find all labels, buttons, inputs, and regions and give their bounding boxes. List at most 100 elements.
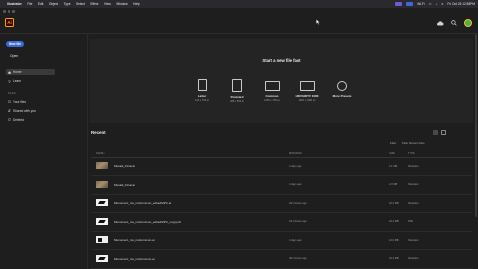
- search-icon[interactable]: [451, 20, 457, 26]
- file-thumbnail: [96, 254, 108, 262]
- file-modified: 48 minutes ago: [289, 257, 307, 260]
- preset-name: More Presets: [332, 94, 352, 98]
- file-size: 2.3 MB: [389, 183, 398, 186]
- column-header-name[interactable]: NAME ↑: [96, 152, 106, 155]
- file-name: Mosaik_Final.ai: [114, 164, 135, 168]
- file-type: Illustrator: [408, 201, 419, 205]
- file-name: Monument_ms_rodcommon.ai: [114, 256, 155, 261]
- home-icon: [8, 70, 11, 74]
- battery-icon[interactable]: ▭: [429, 2, 432, 6]
- sidebar-item-label: Shared with you: [13, 108, 36, 113]
- preset-common[interactable]: Common 1366 x 768 px: [259, 79, 285, 102]
- menu-edit[interactable]: Edit: [38, 2, 44, 6]
- recent-heading: Recent: [91, 130, 106, 135]
- file-thumbnail: [96, 217, 108, 225]
- file-modified: 29 minutes ago: [289, 201, 307, 205]
- preset-name: HDV/HDTV 1080: [295, 94, 319, 98]
- sidebar-item-learn[interactable]: Learn: [6, 78, 55, 84]
- search-icon[interactable]: ⌕: [436, 2, 438, 6]
- file-name: Mosaik_Final.ai: [114, 182, 135, 187]
- preset-name: Common: [265, 94, 279, 98]
- file-modified: 4 days ago: [289, 238, 302, 242]
- more-options-icon: [337, 81, 347, 91]
- sidebar-item-label: Deleted: [13, 117, 24, 122]
- menu-file[interactable]: File: [27, 2, 32, 6]
- preset-letter[interactable]: Letter 612 x 792 pt: [189, 79, 215, 102]
- file-thumbnail: [96, 180, 108, 188]
- grid-view-icon[interactable]: [441, 130, 446, 135]
- sidebar-item-label: Learn: [13, 79, 22, 83]
- menu-effect[interactable]: Effect: [90, 2, 98, 6]
- clock-label[interactable]: Fri Oct 25 12:55PM: [447, 2, 475, 6]
- new-file-button[interactable]: New file: [6, 41, 24, 47]
- file-name: Monument_ms_rodcommon_editedMPC_copy.pdf: [114, 219, 181, 224]
- preset-postcard[interactable]: Postcard 288 x 560 pt: [224, 79, 250, 103]
- mouse-cursor-icon: [316, 19, 320, 25]
- menu-help[interactable]: Help: [133, 2, 140, 6]
- files-section-heading: FILES: [8, 92, 16, 95]
- window-controls: [3, 10, 15, 13]
- file-size: 2.1 MB: [389, 164, 398, 168]
- minimize-window-button[interactable]: [7, 10, 10, 13]
- filter-label: Filter: [390, 141, 397, 145]
- preset-size: 612 x 792 pt: [195, 99, 209, 102]
- system-menu-bar: Illustrator File Edit Object Type Select…: [0, 0, 478, 8]
- file-type: PDF: [408, 220, 414, 223]
- menu-window[interactable]: Window: [116, 2, 127, 6]
- zoom-window-button[interactable]: [12, 10, 15, 13]
- list-view-icon[interactable]: [433, 130, 438, 135]
- file-size: 22.4 MB: [389, 257, 399, 260]
- sidebar-item-home[interactable]: Home: [6, 69, 55, 75]
- file-type: Illustrator: [408, 257, 419, 260]
- table-row[interactable]: Mosaik_Final.ai 4 days ago 2.1 MB Illust…: [91, 158, 473, 177]
- creative-cloud-icon[interactable]: [436, 20, 444, 26]
- table-row[interactable]: Monument_ms_rodcommon.ai 48 minutes ago …: [91, 251, 473, 269]
- user-avatar[interactable]: [464, 19, 472, 27]
- folder-icon: [8, 100, 11, 103]
- preset-hdv[interactable]: HDV/HDTV 1080 1920 x 1080 px: [294, 79, 320, 102]
- file-type: Illustrator: [408, 238, 419, 242]
- column-header-modified[interactable]: MODIFIED: [289, 152, 302, 155]
- tray-app-icon[interactable]: [395, 2, 403, 6]
- table-row[interactable]: Monument_ms_rodcommon.ai 4 days ago 12.0…: [91, 232, 473, 251]
- column-header-type[interactable]: TYPE: [408, 152, 415, 155]
- preset-size: 1366 x 768 px: [264, 99, 280, 102]
- menu-select[interactable]: Select: [76, 2, 85, 6]
- sidebar-item-your-files[interactable]: Your files: [6, 99, 55, 105]
- header-actions: [436, 19, 472, 27]
- sidebar-item-deleted[interactable]: Deleted: [6, 117, 55, 123]
- table-row[interactable]: Monument_ms_rodcommon_editedMPC_copy.pdf…: [91, 214, 473, 232]
- filter-input[interactable]: Filter Recent Files: [402, 141, 425, 145]
- create-panel-title: Start a new file fast: [262, 58, 301, 63]
- table-row[interactable]: Monument_ms_rodcommon_editedMPC.ai 29 mi…: [91, 195, 473, 214]
- main-content: Start a new file fast Letter 612 x 792 p…: [88, 34, 478, 269]
- close-window-button[interactable]: [3, 10, 6, 13]
- menu-object[interactable]: Object: [49, 2, 58, 6]
- menu-type[interactable]: Type: [64, 2, 71, 6]
- preset-more[interactable]: More Presets: [329, 79, 355, 98]
- table-row[interactable]: Mosaik_Final.ai 4 days ago 2.3 MB Illust…: [91, 177, 473, 195]
- file-size: 22.4 MB: [389, 220, 399, 223]
- column-header-size[interactable]: SIZE: [389, 152, 395, 155]
- tray-wifi-label[interactable]: Wi-Fi: [417, 2, 424, 6]
- file-modified: 19 minutes ago: [289, 220, 307, 223]
- main-scrollbar[interactable]: [475, 34, 477, 217]
- file-name: Monument_ms_rodcommon.ai: [114, 238, 155, 242]
- illustrator-logo: Ai: [5, 18, 14, 27]
- menu-app-name[interactable]: Illustrator: [7, 2, 22, 6]
- status-tray: Wi-Fi ▭ ⌕ ≡ Fri Oct 25 12:55PM: [395, 0, 475, 8]
- new-file-presets-panel: Start a new file fast Letter 612 x 792 p…: [90, 39, 473, 123]
- sidebar-item-label: Your files: [13, 99, 26, 104]
- sidebar-item-label: Home: [13, 70, 22, 74]
- tray-app-icon-2[interactable]: [406, 2, 414, 6]
- sidebar-item-shared[interactable]: Shared with you: [6, 108, 55, 114]
- view-toggle: [433, 130, 446, 135]
- file-thumbnail: [96, 236, 108, 243]
- file-thumbnail: [96, 162, 108, 169]
- menu-view[interactable]: View: [104, 2, 111, 6]
- control-center-icon[interactable]: ≡: [441, 2, 443, 6]
- document-icon: [197, 79, 207, 91]
- people-icon: [8, 109, 11, 112]
- file-size: 12.0 MB: [389, 238, 399, 242]
- open-button[interactable]: Open: [10, 54, 18, 58]
